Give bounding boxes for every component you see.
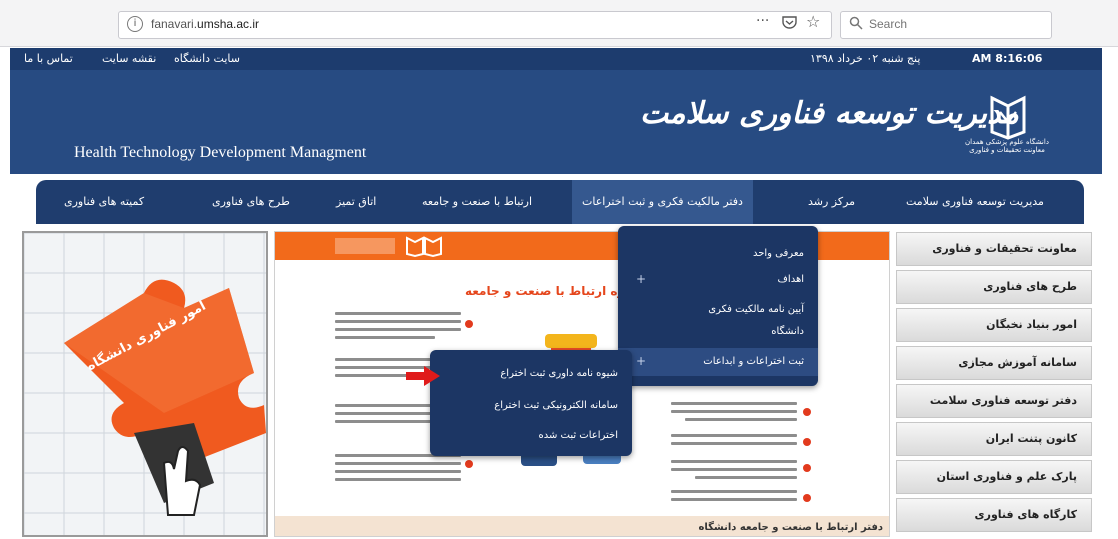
search-input[interactable] [867,16,1041,32]
main-nav: مدیریت توسعه فناوری سلامت مرکز رشد دفتر … [36,180,1084,224]
nav-item-tech-committees[interactable]: کمیته های فناوری [64,180,144,224]
submenu-item-registered[interactable]: اختراعات ثبت شده [538,430,618,441]
ip-office-dropdown: معرفی واحد اهداف + آیین نامه مالکیت فکری… [618,226,818,386]
banner-heading: حوزه ارتباط با صنعت و جامعه [465,284,641,298]
sidebar-item-iran-patent[interactable]: کانون پتنت ایران [896,422,1092,456]
nav-item-industry[interactable]: ارتباط با صنعت و جامعه [422,180,532,224]
logo-caption: دانشگاه علوم پزشکی همدان معاونت تحقیقات … [965,138,1049,154]
text-line [671,498,797,501]
nav-item-tech-projects[interactable]: طرح های فناوری [212,180,290,224]
expand-plus-icon[interactable]: + [636,354,646,368]
red-pointer-arrow-icon [406,366,440,386]
text-line [335,328,461,331]
bullet-icon [803,464,811,472]
right-sidebar: معاونت تحقیقات و فناوری طرح های فناوری ا… [896,232,1092,539]
sidebar-item-elearning[interactable]: سامانه آموزش مجازی [896,346,1092,380]
bullet-icon [465,320,473,328]
text-line [671,460,797,463]
browser-toolbar: i fanavari.umsha.ac.ir ··· ☆ [0,0,1118,47]
search-box[interactable] [840,11,1052,39]
dropdown-item-intro[interactable]: معرفی واحد [753,248,804,259]
site-title-en: Health Technology Development Managment [74,144,367,161]
date-text: پنج شنبه ۰۲ خرداد ۱۳۹۸ [810,52,921,65]
nav-item-clean-room[interactable]: اتاق تمیز [336,180,376,224]
text-line [671,490,797,493]
text-line [671,410,797,413]
sidebar-item-tech-workshops[interactable]: کارگاه های فناوری [896,498,1092,532]
puzzle-image[interactable]: امور فناوری دانشگاه [22,231,268,537]
expand-plus-icon[interactable]: + [636,272,646,286]
web-page: AM 8:16:06 پنج شنبه ۰۲ خرداد ۱۳۹۸ سایت د… [10,48,1102,539]
sidebar-item-tech-projects[interactable]: طرح های فناوری [896,270,1092,304]
text-line [671,442,797,445]
sidebar-item-elites[interactable]: امور بنیاد نخبگان [896,308,1092,342]
submenu-item-review-guide[interactable]: شیوه نامه داوری ثبت اختراع [500,368,618,379]
text-line [335,420,445,423]
text-line [671,402,797,405]
nav-item-incubator[interactable]: مرکز رشد [808,180,855,224]
site-title-fa: مدیریت توسعه فناوری سلامت [640,96,1019,131]
top-info-bar: AM 8:16:06 پنج شنبه ۰۲ خرداد ۱۳۹۸ سایت د… [10,48,1102,70]
top-link-university[interactable]: سایت دانشگاه [174,52,240,65]
text-line [335,320,461,323]
text-line [335,470,461,473]
dropdown-item-ip-regulation[interactable]: آیین نامه مالکیت فکری [708,304,804,315]
text-line [335,336,435,339]
bullet-icon [803,438,811,446]
dropdown-item-university[interactable]: دانشگاه [771,326,804,337]
dropdown-item-goals[interactable]: اهداف [778,274,804,285]
bullet-icon [803,494,811,502]
dropdown-item-patents[interactable]: ثبت اختراعات و ابداعات [703,356,804,367]
text-line [335,478,461,481]
bullet-icon [465,460,473,468]
bullet-icon [803,408,811,416]
text-line [671,434,797,437]
site-header: مدیریت توسعه فناوری سلامت Health Technol… [10,70,1102,174]
nav-item-health-tech[interactable]: مدیریت توسعه فناوری سلامت [906,180,1044,224]
info-icon[interactable]: i [127,16,143,32]
submenu-item-e-system[interactable]: سامانه الکترونیکی ثبت اختراع [494,400,618,411]
text-line [695,476,797,479]
banner-footer: دفتر ارتباط با صنعت و جامعه دانشگاه [275,516,889,536]
text-line [671,468,797,471]
top-link-sitemap[interactable]: نقشه سایت [102,52,156,65]
address-bar[interactable]: i fanavari.umsha.ac.ir [118,11,832,39]
clock: AM 8:16:06 [972,52,1043,65]
text-line [685,418,797,421]
text-line [335,312,461,315]
url-text[interactable]: fanavari.umsha.ac.ir [151,17,259,31]
top-link-contact[interactable]: تماس با ما [24,52,73,65]
sidebar-item-health-tech-office[interactable]: دفتر توسعه فناوری سلامت [896,384,1092,418]
sidebar-item-research-deputy[interactable]: معاونت تحقیقات و فناوری [896,232,1092,266]
sidebar-item-science-park[interactable]: پارک علم و فناوری استان [896,460,1092,494]
nav-item-ip-office[interactable]: دفتر مالکیت فکری و ثبت اختراعات [572,180,753,224]
search-icon [849,16,863,34]
page-actions-icon[interactable]: ··· [756,13,769,29]
banner-footer-text: دفتر ارتباط با صنعت و جامعه دانشگاه [698,522,883,533]
patents-submenu: شیوه نامه داوری ثبت اختراع سامانه الکترو… [430,350,632,456]
pocket-icon[interactable] [782,15,797,33]
bookmark-star-icon[interactable]: ☆ [806,12,820,31]
text-line [335,462,461,465]
